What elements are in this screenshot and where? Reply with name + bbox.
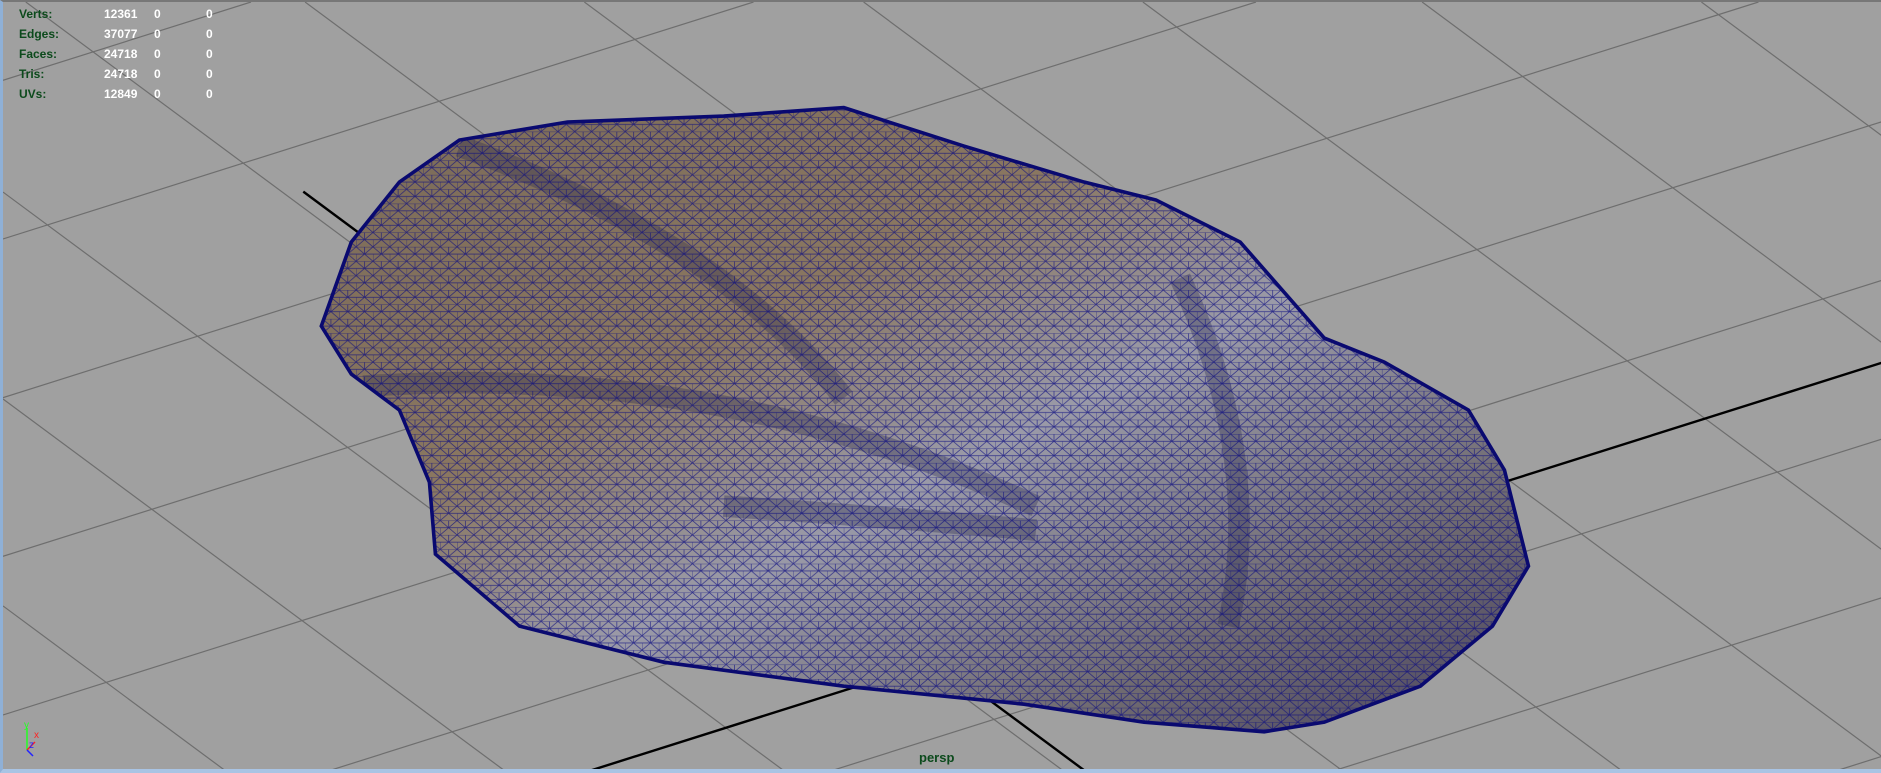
axis-x-label: x [34,730,39,741]
scene[interactable] [3,2,1881,773]
grid-line [1839,756,1881,769]
rock-mesh[interactable] [303,98,1540,746]
hud-row: Verts: 12361 0 0 [19,4,258,24]
hud-sel: 0 [154,7,161,21]
hud-extra: 0 [206,87,213,101]
hud-value: 24718 [104,67,138,81]
hud-label: Verts: [19,7,53,21]
hud-row: Faces: 24718 0 0 [19,44,258,64]
hud-extra: 0 [206,47,213,61]
hud-label: Faces: [19,47,58,61]
hud-extra: 0 [206,67,213,81]
hud-sel: 0 [154,47,161,61]
hud-label: UVs: [19,87,47,101]
hud-extra: 0 [206,27,213,41]
hud-value: 12361 [104,7,138,21]
hud-label: Tris: [19,67,45,81]
hud-row: UVs: 12849 0 0 [19,84,258,104]
axis-z-label: z [29,740,34,751]
hud-sel: 0 [154,87,161,101]
hud-value: 12849 [104,87,138,101]
hud-sel: 0 [154,27,161,41]
hud-sel: 0 [154,67,161,81]
camera-name-label: persp [919,750,955,765]
perspective-viewport[interactable]: Verts: 12361 0 0 Edges: 37077 0 0 Faces: 24718 0 0 T… [0,0,1881,773]
poly-count-hud: Verts: 12361 0 0 Edges: 37077 0 0 Faces: 24718 0 0 T… [19,4,258,104]
grid-line [1701,2,1881,136]
hud-row: Tris: 24718 0 0 [19,64,258,84]
hud-row: Edges: 37077 0 0 [19,24,258,44]
view-axis-indicator: y x z [24,720,39,757]
grid-line [1421,2,1881,343]
hud-extra: 0 [206,7,213,21]
hud-value: 37077 [104,27,138,41]
hud-label: Edges: [19,27,60,41]
hud-value: 24718 [104,47,138,61]
axis-y-label: y [24,720,29,731]
